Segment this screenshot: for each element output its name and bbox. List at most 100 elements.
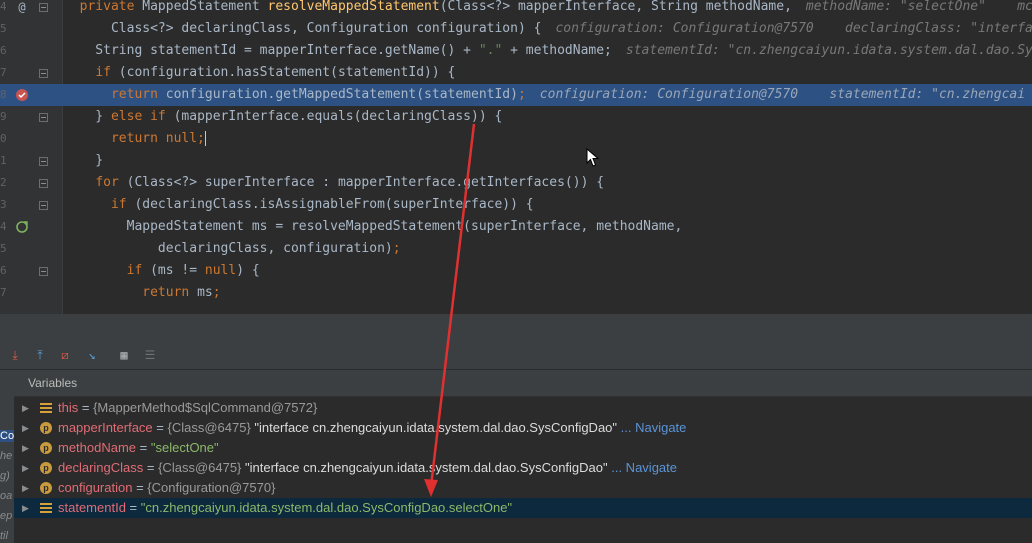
variable-value: "interface cn.zhengcaiyun.idata.system.d… bbox=[241, 460, 608, 475]
variable-value: "cn.zhengcaiyun.idata.system.dal.dao.Sys… bbox=[140, 500, 513, 515]
code-line[interactable]: 2 for (Class<?> superInterface : mapperI… bbox=[0, 172, 1032, 194]
code-text[interactable]: if (configuration.hasStatement(statement… bbox=[64, 62, 455, 84]
variable-row[interactable]: ▶ p declaringClass = {Class@6475} "interfa… bbox=[14, 458, 1032, 478]
breakpoint-icon[interactable] bbox=[15, 88, 29, 102]
variable-row[interactable]: ▶ p methodName = "selectOne" bbox=[14, 438, 1032, 458]
trace-icon[interactable]: ☰ bbox=[141, 346, 159, 364]
code-line[interactable]: 4 @ private MappedStatement resolveMapped… bbox=[0, 0, 1032, 18]
line-number[interactable]: 7 bbox=[0, 282, 6, 304]
parameter-icon: p bbox=[40, 482, 52, 494]
debug-toolbar: ⤓ ⤒ ⧄ ↘ ▦ ☰ bbox=[0, 341, 1032, 370]
line-number[interactable]: 5 bbox=[0, 238, 6, 260]
navigate-link[interactable]: ... Navigate bbox=[617, 420, 687, 435]
code-text[interactable]: String statementId = mapperInterface.get… bbox=[64, 40, 1032, 62]
code-text[interactable]: Class<?> declaringClass, Configuration c… bbox=[64, 18, 1032, 40]
variable-name: declaringClass bbox=[58, 460, 144, 475]
code-line[interactable]: 5 declaringClass, configuration); bbox=[0, 238, 1032, 260]
line-number[interactable]: 6 bbox=[0, 40, 6, 62]
line-number[interactable]: 6 bbox=[0, 260, 6, 282]
step-out-icon[interactable]: ⤒ bbox=[31, 346, 49, 364]
line-number[interactable]: 4 bbox=[0, 216, 6, 238]
variable-value: "interface cn.zhengcaiyun.idata.system.d… bbox=[250, 420, 618, 435]
code-text[interactable]: } bbox=[64, 150, 103, 172]
variable-row[interactable]: ▶ statementId = "cn.zhengcaiyun.idata.sys… bbox=[14, 498, 1032, 518]
code-line[interactable]: 6 String statementId = mapperInterface.g… bbox=[0, 40, 1032, 62]
equals-sign: = bbox=[143, 460, 159, 475]
code-editor[interactable]: 4 @ private MappedStatement resolveMapped… bbox=[0, 0, 1032, 314]
override-marker-icon[interactable]: @ bbox=[15, 0, 29, 14]
fold-toggle-icon[interactable] bbox=[39, 3, 48, 12]
run-to-cursor-icon[interactable]: ↘ bbox=[83, 346, 101, 364]
code-line[interactable]: 1 } bbox=[0, 150, 1032, 172]
code-line[interactable]: 7 return ms; bbox=[0, 282, 1032, 304]
code-line[interactable]: 9 } else if (mapperInterface.equals(decl… bbox=[0, 106, 1032, 128]
code-text[interactable]: return configuration.getMappedStatement(… bbox=[64, 84, 1025, 106]
line-number[interactable]: 4 bbox=[0, 0, 6, 18]
variable-object-ref: {Class@6475} bbox=[158, 460, 242, 475]
code-line[interactable]: 7 if (configuration.hasStatement(stateme… bbox=[0, 62, 1032, 84]
code-line[interactable]: 6 if (ms != null) { bbox=[0, 260, 1032, 282]
code-text[interactable]: for (Class<?> superInterface : mapperInt… bbox=[64, 172, 604, 194]
field-icon bbox=[40, 402, 52, 414]
recursive-call-icon[interactable] bbox=[15, 220, 29, 234]
left-strip-item[interactable]: he bbox=[0, 450, 14, 462]
variable-row[interactable]: ▶ p configuration = {Configuration@7570} bbox=[14, 478, 1032, 498]
field-icon bbox=[40, 502, 52, 514]
left-strip-item[interactable]: ep bbox=[0, 510, 14, 522]
line-number[interactable]: 2 bbox=[0, 172, 6, 194]
variable-object-ref: {Class@6475} bbox=[167, 420, 251, 435]
variable-text: methodName = "selectOne" bbox=[58, 438, 219, 458]
drop-frame-icon[interactable]: ⧄ bbox=[56, 346, 74, 364]
code-line[interactable]: 4 MappedStatement ms = resolveMappedStat… bbox=[0, 216, 1032, 238]
fold-toggle-icon[interactable] bbox=[39, 179, 48, 188]
fold-toggle-icon[interactable] bbox=[39, 113, 48, 122]
variable-name: configuration bbox=[58, 480, 133, 495]
expand-arrow-icon[interactable]: ▶ bbox=[22, 418, 29, 438]
fold-toggle-icon[interactable] bbox=[39, 267, 48, 276]
code-text[interactable]: private MappedStatement resolveMappedSta… bbox=[64, 0, 1032, 18]
line-number[interactable]: 7 bbox=[0, 62, 6, 84]
expand-arrow-icon[interactable]: ▶ bbox=[22, 478, 29, 498]
code-text[interactable]: declaringClass, configuration); bbox=[64, 238, 401, 260]
variable-row[interactable]: ▶ p mapperInterface = {Class@6475} "interf… bbox=[14, 418, 1032, 438]
line-number[interactable]: 3 bbox=[0, 194, 6, 216]
left-strip-item[interactable]: til bbox=[0, 530, 14, 542]
navigate-link[interactable]: ... Navigate bbox=[608, 460, 677, 475]
variable-text: this = {MapperMethod$SqlCommand@7572} bbox=[58, 398, 317, 418]
left-strip-item[interactable]: Co bbox=[0, 430, 14, 442]
line-number[interactable]: 0 bbox=[0, 128, 6, 150]
left-tool-strip[interactable]: Co he g) oa ep til bbox=[0, 370, 14, 543]
variables-header: Variables bbox=[14, 370, 1032, 397]
line-number[interactable]: 8 bbox=[0, 84, 6, 106]
code-line[interactable]: 5 Class<?> declaringClass, Configuration… bbox=[0, 18, 1032, 40]
variable-text: declaringClass = {Class@6475} "interface… bbox=[58, 458, 677, 478]
left-strip-item[interactable]: g) bbox=[0, 470, 14, 482]
line-number[interactable]: 1 bbox=[0, 150, 6, 172]
left-strip-item[interactable]: oa bbox=[0, 490, 14, 502]
fold-toggle-icon[interactable] bbox=[39, 157, 48, 166]
line-number[interactable]: 9 bbox=[0, 106, 6, 128]
code-line[interactable]: 8 return configuration.getMappedStatemen… bbox=[0, 84, 1032, 106]
code-text[interactable]: return ms; bbox=[64, 282, 220, 304]
variable-object-ref: {MapperMethod$SqlCommand@7572} bbox=[93, 400, 318, 415]
code-text[interactable]: MappedStatement ms = resolveMappedStatem… bbox=[64, 216, 683, 238]
code-text[interactable]: if (declaringClass.isAssignableFrom(supe… bbox=[64, 194, 534, 216]
variable-row[interactable]: ▶ this = {MapperMethod$SqlCommand@7572} bbox=[14, 398, 1032, 418]
variables-title: Variables bbox=[28, 376, 78, 390]
code-text[interactable]: } else if (mapperInterface.equals(declar… bbox=[64, 106, 502, 128]
panel-divider[interactable] bbox=[0, 314, 1032, 341]
expand-arrow-icon[interactable]: ▶ bbox=[22, 398, 29, 418]
step-into-icon[interactable]: ⤓ bbox=[6, 346, 24, 364]
expand-arrow-icon[interactable]: ▶ bbox=[22, 438, 29, 458]
code-line[interactable]: 0 return null; bbox=[0, 128, 1032, 150]
evaluate-icon[interactable]: ▦ bbox=[115, 346, 133, 364]
parameter-icon: p bbox=[40, 422, 52, 434]
line-number[interactable]: 5 bbox=[0, 18, 6, 40]
fold-toggle-icon[interactable] bbox=[39, 201, 48, 210]
code-text[interactable]: if (ms != null) { bbox=[64, 260, 260, 282]
expand-arrow-icon[interactable]: ▶ bbox=[22, 458, 29, 478]
code-text[interactable]: return null; bbox=[64, 128, 206, 150]
code-line[interactable]: 3 if (declaringClass.isAssignableFrom(su… bbox=[0, 194, 1032, 216]
fold-toggle-icon[interactable] bbox=[39, 69, 48, 78]
expand-arrow-icon[interactable]: ▶ bbox=[22, 498, 29, 518]
